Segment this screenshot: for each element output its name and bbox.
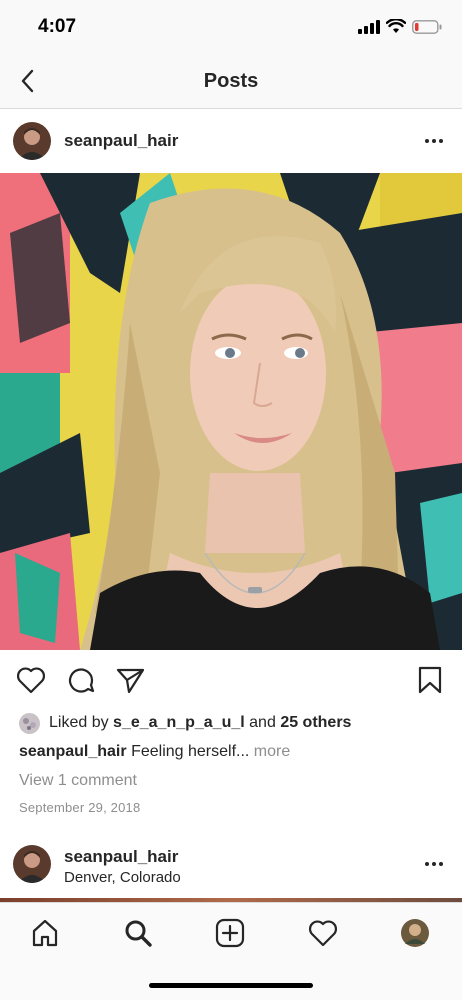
status-icons bbox=[358, 19, 442, 34]
more-options-button[interactable] bbox=[420, 131, 448, 151]
bookmark-icon bbox=[418, 666, 442, 694]
next-post-header: seanpaul_hair Denver, Colorado bbox=[0, 836, 462, 900]
heart-icon bbox=[17, 667, 45, 694]
likes-summary: Liked by s_e_a_n_p_a_u_l and 25 others bbox=[19, 712, 351, 734]
page-title: Posts bbox=[203, 70, 259, 92]
profile-avatar bbox=[401, 919, 429, 947]
home-icon bbox=[32, 919, 58, 947]
caption-text: Feeling herself... bbox=[131, 743, 250, 760]
nav-bar: Posts bbox=[0, 56, 462, 109]
activity-heart-icon bbox=[309, 920, 337, 947]
share-button[interactable] bbox=[114, 664, 146, 696]
post-username[interactable]: seanpaul_hair bbox=[64, 131, 178, 151]
share-icon bbox=[116, 668, 145, 694]
tab-profile[interactable] bbox=[397, 915, 433, 951]
post-location[interactable]: Denver, Colorado bbox=[64, 869, 181, 886]
home-indicator[interactable] bbox=[149, 983, 313, 988]
others-count-link[interactable]: 25 others bbox=[280, 714, 351, 732]
tab-activity[interactable] bbox=[305, 915, 341, 951]
caption-username[interactable]: seanpaul_hair bbox=[19, 743, 127, 760]
likes-prefix: Liked by bbox=[49, 714, 109, 731]
comment-icon bbox=[68, 668, 95, 693]
battery-low-icon bbox=[412, 19, 442, 34]
more-dots-icon bbox=[425, 139, 429, 143]
wifi-icon bbox=[386, 19, 406, 33]
comment-button[interactable] bbox=[65, 664, 97, 696]
liker-avatar[interactable] bbox=[19, 712, 40, 734]
tab-search[interactable] bbox=[120, 915, 156, 951]
first-liker-username[interactable]: s_e_a_n_p_a_u_l bbox=[113, 714, 245, 732]
tab-home[interactable] bbox=[27, 915, 63, 951]
likes-conjunction: and bbox=[249, 714, 276, 731]
post-date: September 29, 2018 bbox=[19, 800, 141, 815]
post-action-bar bbox=[0, 658, 462, 704]
caption-more-link[interactable]: more bbox=[254, 743, 290, 760]
add-post-icon bbox=[215, 918, 245, 948]
view-comments-link[interactable]: View 1 comment bbox=[19, 772, 137, 790]
status-bar: 4:07 bbox=[0, 0, 462, 56]
caption: seanpaul_hair Feeling herself... more bbox=[19, 743, 290, 761]
status-time: 4:07 bbox=[38, 16, 77, 37]
bookmark-button[interactable] bbox=[414, 664, 446, 696]
avatar[interactable] bbox=[13, 122, 51, 160]
search-icon bbox=[125, 920, 152, 947]
avatar[interactable] bbox=[13, 845, 51, 883]
post-header: seanpaul_hair bbox=[0, 109, 462, 173]
more-dots-icon bbox=[425, 862, 429, 866]
signal-icon bbox=[358, 19, 380, 34]
post-image[interactable] bbox=[0, 173, 462, 650]
more-options-button[interactable] bbox=[420, 854, 448, 874]
like-button[interactable] bbox=[15, 664, 47, 696]
tab-new-post[interactable] bbox=[212, 915, 248, 951]
post-username[interactable]: seanpaul_hair bbox=[64, 847, 178, 867]
